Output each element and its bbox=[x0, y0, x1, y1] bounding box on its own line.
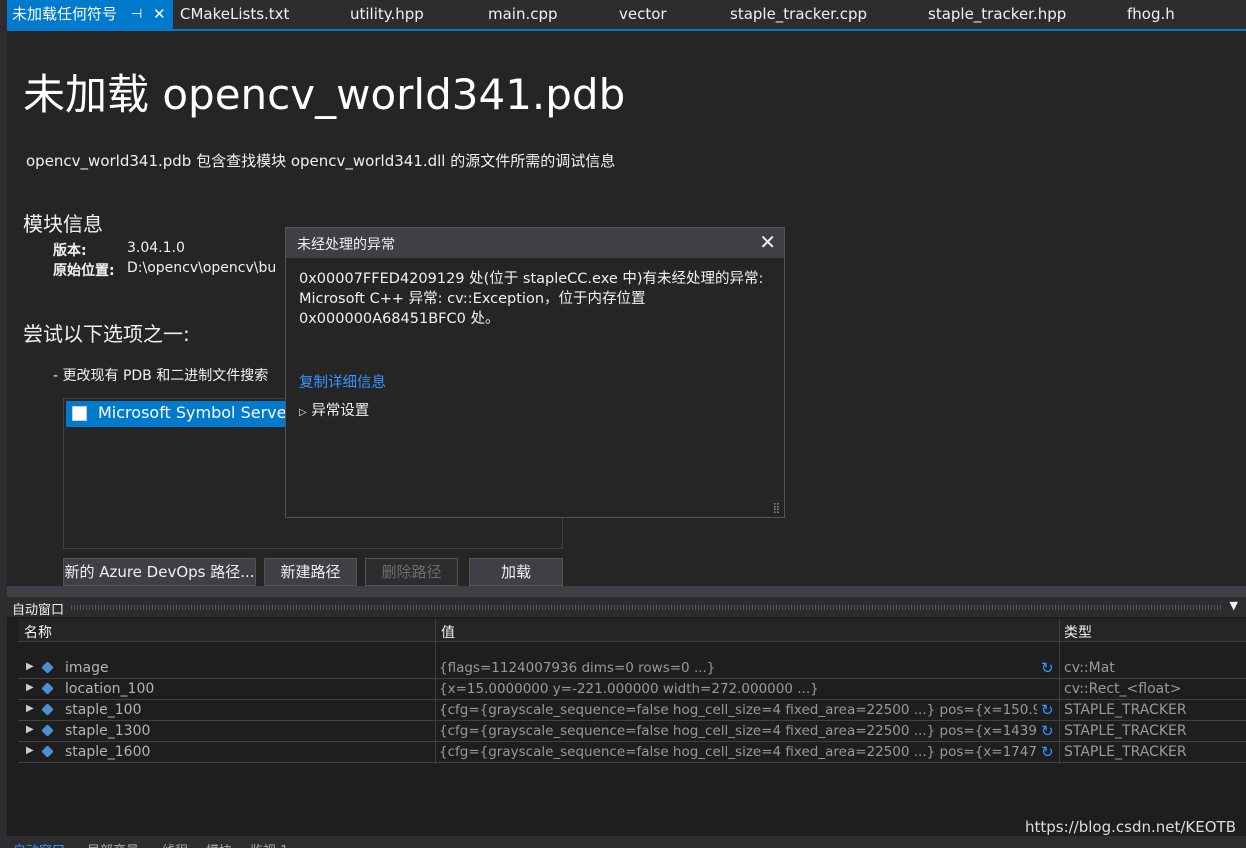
tab-no-symbols[interactable]: 未加载任何符号 ⊣ ✕ bbox=[7, 0, 173, 29]
refresh-icon[interactable]: ↻ bbox=[1041, 701, 1054, 719]
unhandled-exception-dialog: 未经处理的异常 ✕ 0x00007FFED4209129 处(位于 staple… bbox=[285, 227, 785, 518]
table-row[interactable]: ▶ staple_1600 {cfg={grayscale_sequence=f… bbox=[18, 742, 1246, 763]
tab-staple-tracker-hpp[interactable]: staple_tracker.hpp bbox=[928, 0, 1066, 29]
close-icon[interactable]: ✕ bbox=[759, 230, 776, 254]
table-row[interactable]: ▶ location_100 {x=15.0000000 y=-221.0000… bbox=[18, 679, 1246, 700]
tab-vector[interactable]: vector bbox=[619, 0, 667, 29]
delete-path-button[interactable]: 删除路径 bbox=[365, 558, 458, 586]
try-options-heading: 尝试以下选项之一: bbox=[23, 322, 190, 346]
var-value: {cfg={grayscale_sequence=false hog_cell_… bbox=[439, 702, 1037, 718]
option-bullet: - 更改现有 PDB 和二进制文件搜索 bbox=[53, 368, 269, 384]
var-name: location_100 bbox=[65, 681, 155, 697]
tab-modules[interactable]: 模块 bbox=[206, 840, 232, 848]
refresh-icon[interactable]: ↻ bbox=[1041, 743, 1054, 761]
tab-autos[interactable]: 自动窗口 bbox=[13, 840, 65, 848]
close-icon[interactable]: ✕ bbox=[153, 0, 166, 29]
autos-title: 自动窗口 bbox=[12, 603, 65, 618]
bottom-tool-tabs: 自动窗口 局部变量 线程 模块 监视 1 bbox=[7, 836, 1246, 848]
table-row[interactable]: ▶ staple_100 {cfg={grayscale_sequence=fa… bbox=[18, 700, 1246, 721]
refresh-icon[interactable]: ↻ bbox=[1041, 722, 1054, 740]
dialog-title-bar: 未经处理的异常 ✕ bbox=[286, 228, 784, 258]
expand-icon[interactable]: ▶ bbox=[26, 661, 34, 672]
table-row[interactable]: ▶ staple_1300 {cfg={grayscale_sequence=f… bbox=[18, 721, 1246, 742]
var-name: staple_1300 bbox=[65, 723, 151, 739]
dialog-title: 未经处理的异常 bbox=[297, 237, 395, 253]
page-title: 未加载 opencv_world341.pdb bbox=[23, 70, 626, 119]
left-strip bbox=[0, 0, 7, 848]
version-row: 版本: 3.04.1.0 bbox=[53, 240, 185, 260]
chevron-right-icon: ▷ bbox=[299, 407, 307, 418]
tab-locals[interactable]: 局部变量 bbox=[87, 840, 139, 848]
var-type: STAPLE_TRACKER bbox=[1064, 744, 1187, 760]
var-type: cv::Mat bbox=[1064, 660, 1115, 676]
tab-fhog-h[interactable]: fhog.h bbox=[1127, 0, 1175, 29]
module-info-heading: 模块信息 bbox=[23, 212, 103, 236]
variable-icon bbox=[41, 682, 54, 695]
origin-row: 原始位置: D:\opencv\opencv\bu bbox=[53, 260, 276, 280]
origin-label: 原始位置: bbox=[53, 263, 115, 279]
autos-window: 自动窗口 ▼ 名称 值 类型 ▶ image {flags=1124007936… bbox=[7, 586, 1246, 848]
var-name: image bbox=[65, 660, 109, 676]
var-value: {x=15.0000000 y=-221.000000 width=272.00… bbox=[439, 681, 819, 697]
resize-grip-icon[interactable]: ⣿ bbox=[773, 503, 780, 514]
expand-icon[interactable]: ▶ bbox=[26, 724, 34, 735]
var-name: staple_1600 bbox=[65, 744, 151, 760]
exception-message: 0x00007FFED4209129 处(位于 stapleCC.exe 中)有… bbox=[299, 271, 764, 327]
autos-header: 自动窗口 ▼ bbox=[7, 597, 1246, 618]
tab-threads[interactable]: 线程 bbox=[162, 840, 188, 848]
version-label: 版本: bbox=[53, 243, 87, 259]
expand-icon[interactable]: ▶ bbox=[26, 745, 34, 756]
autos-column-header: 名称 值 类型 bbox=[18, 619, 1246, 642]
refresh-icon[interactable]: ↻ bbox=[1041, 659, 1054, 677]
var-value: {cfg={grayscale_sequence=false hog_cell_… bbox=[439, 723, 1037, 739]
column-name[interactable]: 名称 bbox=[24, 622, 52, 642]
drag-handle[interactable] bbox=[71, 605, 1221, 610]
tab-watch-1[interactable]: 监视 1 bbox=[250, 840, 288, 848]
load-button[interactable]: 加载 bbox=[469, 558, 563, 586]
watermark: https://blog.csdn.net/KEOTB bbox=[1024, 818, 1236, 836]
expand-icon[interactable]: ▶ bbox=[26, 703, 34, 714]
document-tab-bar: 未加载任何符号 ⊣ ✕ CMakeLists.txt utility.hpp m… bbox=[7, 0, 1246, 31]
copy-details-link[interactable]: 复制详细信息 bbox=[299, 371, 386, 392]
new-path-button[interactable]: 新建路径 bbox=[264, 558, 357, 586]
column-type[interactable]: 类型 bbox=[1064, 622, 1092, 642]
expand-icon[interactable]: ▶ bbox=[26, 682, 34, 693]
tab-staple-tracker-cpp[interactable]: staple_tracker.cpp bbox=[730, 0, 867, 29]
var-value: {cfg={grayscale_sequence=false hog_cell_… bbox=[439, 744, 1037, 760]
var-type: cv::Rect_<float> bbox=[1064, 681, 1182, 697]
variable-icon bbox=[41, 661, 54, 674]
variable-icon bbox=[41, 745, 54, 758]
var-value: {flags=1124007936 dims=0 rows=0 ...} bbox=[439, 660, 716, 676]
exception-settings-label: 异常设置 bbox=[311, 403, 370, 419]
new-azure-devops-path-button[interactable]: 新的 Azure DevOps 路径... bbox=[63, 558, 256, 586]
description: opencv_world341.pdb 包含查找模块 opencv_world3… bbox=[26, 152, 616, 170]
list-item-label: Microsoft Symbol Servers bbox=[98, 403, 302, 422]
var-type: STAPLE_TRACKER bbox=[1064, 702, 1187, 718]
version-value: 3.04.1.0 bbox=[127, 240, 185, 256]
var-type: STAPLE_TRACKER bbox=[1064, 723, 1187, 739]
table-row[interactable]: ▶ image {flags=1124007936 dims=0 rows=0 … bbox=[18, 658, 1246, 679]
variable-icon bbox=[41, 703, 54, 716]
variable-icon bbox=[41, 724, 54, 737]
column-value[interactable]: 值 bbox=[441, 622, 455, 642]
tab-main-cpp[interactable]: main.cpp bbox=[488, 0, 558, 29]
tab-cmakelists[interactable]: CMakeLists.txt bbox=[180, 0, 289, 29]
pin-icon[interactable]: ⊣ bbox=[131, 0, 142, 29]
exception-settings-expander[interactable]: ▷ 异常设置 bbox=[299, 399, 369, 420]
var-name: staple_100 bbox=[65, 702, 142, 718]
checkbox[interactable] bbox=[72, 406, 87, 421]
tab-utility-hpp[interactable]: utility.hpp bbox=[350, 0, 424, 29]
tab-label: 未加载任何符号 bbox=[12, 5, 118, 23]
origin-value: D:\opencv\opencv\bu bbox=[127, 260, 277, 276]
chevron-down-icon[interactable]: ▼ bbox=[1230, 599, 1238, 612]
